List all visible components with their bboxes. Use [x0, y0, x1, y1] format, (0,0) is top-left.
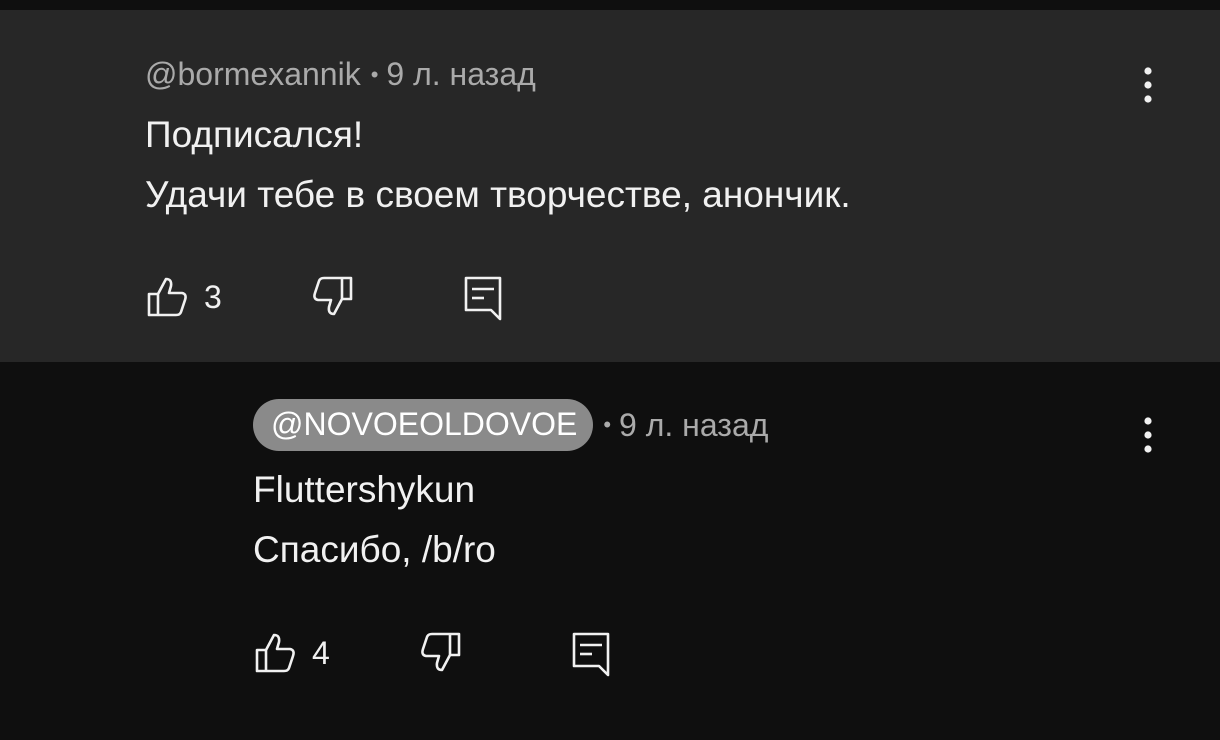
- thumbs-down-icon: [420, 632, 461, 672]
- reply-button[interactable]: [572, 632, 610, 678]
- comment-meta: @NOVOEOLDOVOE • 9 л. назад: [253, 399, 768, 451]
- comments-screen: @bormexannik • 9 л. назад Подписался! Уд…: [0, 0, 1220, 740]
- thumbs-up-icon: [255, 633, 295, 673]
- comment-text-line: Спасибо, /b/ro: [253, 529, 496, 570]
- comment-text-line: Удачи тебе в своем творчестве, анончик.: [145, 174, 851, 215]
- comment-menu-button[interactable]: [1128, 65, 1168, 105]
- meta-separator: •: [370, 61, 379, 87]
- reply-comment-icon: [464, 276, 502, 321]
- like-button[interactable]: 3: [146, 276, 222, 318]
- comment-thread-item: @bormexannik • 9 л. назад Подписался! Уд…: [0, 10, 1220, 362]
- comment-menu-button[interactable]: [1128, 415, 1168, 455]
- like-count: 4: [312, 634, 330, 671]
- comment-author[interactable]: @bormexannik: [145, 56, 361, 93]
- comment-text: Fluttershykun Спасибо, /b/ro: [253, 460, 496, 580]
- dislike-button[interactable]: [420, 631, 462, 673]
- comment-actions: 3: [146, 272, 502, 322]
- comment-actions: 4: [254, 628, 610, 678]
- comment-time[interactable]: 9 л. назад: [619, 407, 768, 444]
- top-divider: [0, 0, 1220, 10]
- like-button[interactable]: 4: [254, 632, 330, 674]
- thumbs-up-icon: [147, 277, 187, 317]
- more-vert-icon: [1144, 417, 1152, 453]
- more-vert-icon: [1144, 67, 1152, 103]
- dislike-button[interactable]: [312, 275, 354, 317]
- reply-comment-icon: [572, 632, 610, 677]
- comment-text: Подписался! Удачи тебе в своем творчеств…: [145, 105, 851, 225]
- comment-reply-item: @NOVOEOLDOVOE • 9 л. назад Fluttershykun…: [0, 362, 1220, 740]
- thumbs-down-icon: [312, 276, 353, 316]
- like-count: 3: [204, 278, 222, 315]
- comment-author-chip[interactable]: @NOVOEOLDOVOE: [253, 399, 594, 451]
- reply-button[interactable]: [464, 276, 502, 322]
- comment-text-line: Подписался!: [145, 114, 364, 155]
- comment-text-line: Fluttershykun: [253, 469, 476, 510]
- comment-time[interactable]: 9 л. назад: [386, 56, 535, 93]
- meta-separator: •: [603, 412, 612, 437]
- comment-meta: @bormexannik • 9 л. назад: [145, 56, 536, 93]
